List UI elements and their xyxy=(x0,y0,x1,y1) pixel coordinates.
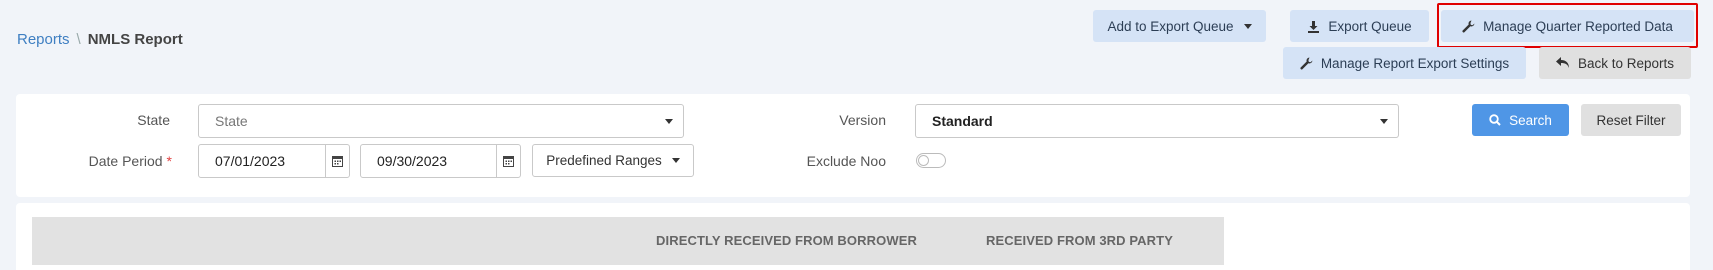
caret-down-icon xyxy=(1243,23,1252,29)
manage-report-export-settings-button[interactable]: Manage Report Export Settings xyxy=(1283,47,1526,79)
date-period-label: Date Period * xyxy=(60,153,172,169)
version-label: Version xyxy=(839,112,886,128)
predefined-ranges-button[interactable]: Predefined Ranges xyxy=(532,144,694,177)
back-to-reports-label: Back to Reports xyxy=(1577,55,1675,71)
calendar-icon[interactable] xyxy=(496,145,520,177)
manage-quarter-reported-data-label: Manage Quarter Reported Data xyxy=(1483,18,1673,34)
caret-down-icon xyxy=(1380,119,1388,124)
state-placeholder: State xyxy=(215,113,248,129)
back-to-reports-button[interactable]: Back to Reports xyxy=(1539,47,1691,79)
end-date-value: 09/30/2023 xyxy=(377,153,448,169)
wrench-icon xyxy=(1300,57,1313,70)
search-label: Search xyxy=(1509,112,1552,128)
version-value: Standard xyxy=(932,113,993,129)
wrench-icon xyxy=(1462,20,1475,33)
breadcrumb: Reports \ NMLS Report xyxy=(17,31,183,48)
date-period-text: Date Period xyxy=(88,153,163,169)
state-label: State xyxy=(137,112,170,128)
calendar-icon[interactable] xyxy=(325,145,349,177)
reset-filter-label: Reset Filter xyxy=(1596,112,1666,128)
breadcrumb-reports-link[interactable]: Reports xyxy=(17,31,70,48)
reset-filter-button[interactable]: Reset Filter xyxy=(1581,104,1681,136)
add-to-export-queue-button[interactable]: Add to Export Queue xyxy=(1093,10,1266,42)
breadcrumb-separator: \ xyxy=(76,31,81,48)
manage-report-export-settings-label: Manage Report Export Settings xyxy=(1320,55,1510,71)
search-icon xyxy=(1489,114,1501,126)
end-date-input[interactable]: 09/30/2023 xyxy=(360,144,521,178)
reply-arrow-icon xyxy=(1555,57,1570,69)
start-date-input[interactable]: 07/01/2023 xyxy=(198,144,350,178)
caret-down-icon xyxy=(671,158,680,163)
manage-quarter-reported-data-button[interactable]: Manage Quarter Reported Data xyxy=(1441,10,1694,42)
search-button[interactable]: Search xyxy=(1472,104,1569,136)
add-to-export-queue-label: Add to Export Queue xyxy=(1107,18,1234,34)
table-header-received-3rd-party: RECEIVED FROM 3RD PARTY xyxy=(986,233,1173,248)
table-header-directly-received: DIRECTLY RECEIVED FROM BORROWER xyxy=(656,233,917,248)
toggle-knob xyxy=(918,155,929,166)
download-icon xyxy=(1307,20,1320,33)
caret-down-icon xyxy=(665,119,673,124)
breadcrumb-current-page: NMLS Report xyxy=(87,31,183,48)
state-select[interactable]: State xyxy=(198,104,684,138)
predefined-ranges-label: Predefined Ranges xyxy=(546,153,662,168)
required-mark: * xyxy=(166,153,172,169)
export-queue-button[interactable]: Export Queue xyxy=(1290,10,1429,42)
exclude-noo-toggle[interactable] xyxy=(916,153,946,168)
version-select[interactable]: Standard xyxy=(915,104,1399,138)
table-header-row: DIRECTLY RECEIVED FROM BORROWER RECEIVED… xyxy=(32,217,1224,265)
start-date-value: 07/01/2023 xyxy=(215,153,286,169)
exclude-noo-label: Exclude Noo xyxy=(806,153,886,169)
export-queue-label: Export Queue xyxy=(1328,18,1412,34)
